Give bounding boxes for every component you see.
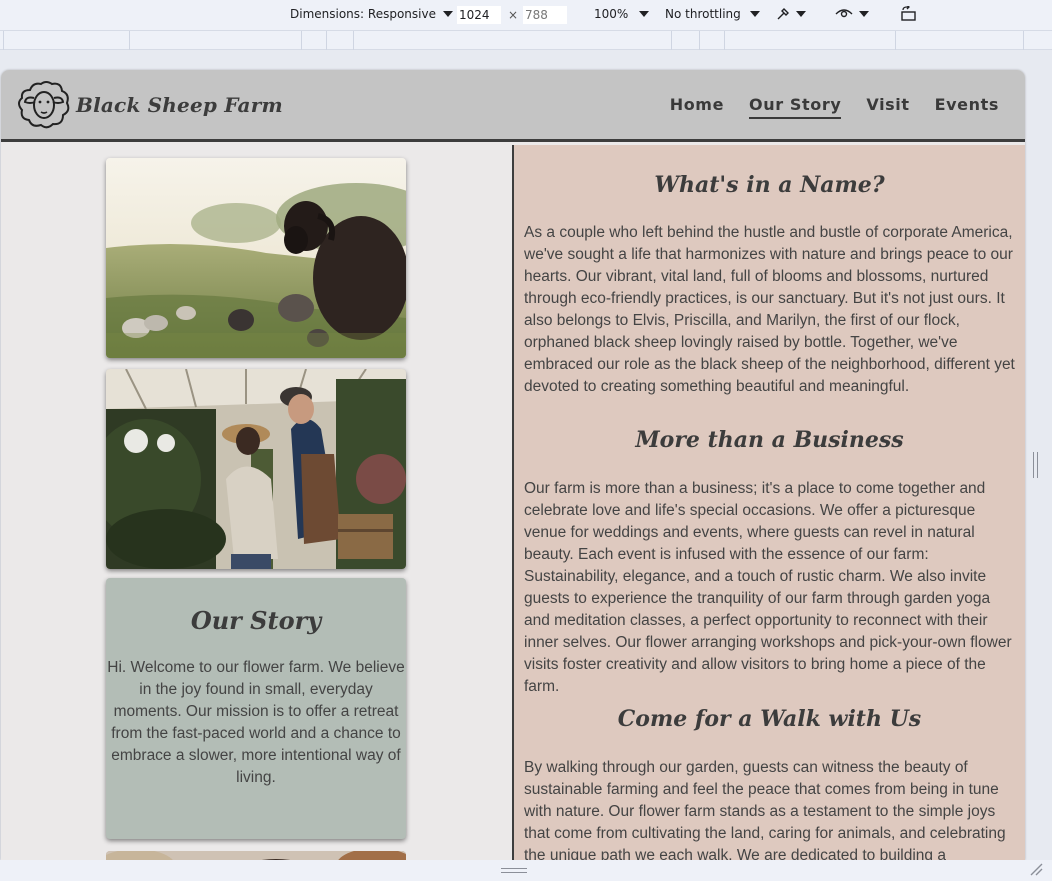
section-text: Our farm is more than a business; it's a… [524, 480, 1012, 695]
throttle-dropdown[interactable]: No throttling [665, 7, 760, 21]
dimensions-label: Dimensions: Responsive [290, 7, 436, 21]
sheep-logo-icon[interactable] [16, 80, 71, 130]
emulated-viewport: Black Sheep Farm Home Our Story Visit Ev… [1, 70, 1025, 860]
media-query-bar[interactable] [0, 30, 1052, 50]
devtools-toolbar: Dimensions: Responsive × 100% No throttl… [0, 0, 1052, 30]
section-text: As a couple who left behind the hustle a… [524, 224, 1015, 395]
corner-resize-handle[interactable] [1029, 862, 1043, 876]
throttle-label: No throttling [665, 7, 741, 21]
sensors-button[interactable] [775, 6, 806, 22]
caret-down-icon [796, 11, 806, 17]
our-story-title: Our Story [190, 606, 322, 635]
section-name: What's in a Name? As a couple who left b… [514, 172, 1025, 398]
dimensions-dropdown[interactable]: Dimensions: Responsive [290, 7, 453, 21]
site-header: Black Sheep Farm Home Our Story Visit Ev… [1, 70, 1025, 142]
caret-down-icon [639, 11, 650, 17]
side-resize-handle[interactable] [1033, 452, 1038, 478]
sheep-photo [106, 158, 406, 358]
bottom-resize-handle[interactable] [501, 868, 527, 873]
height-input[interactable] [523, 6, 567, 24]
caret-down-icon [442, 11, 453, 17]
times-separator: × [508, 8, 519, 22]
nav-our-story[interactable]: Our Story [749, 95, 842, 119]
bottom-photo [106, 851, 406, 860]
section-business: More than a Business Our farm is more th… [514, 427, 1025, 698]
section-title: More than a Business [635, 427, 904, 453]
logo-text[interactable]: Black Sheep Farm [76, 93, 283, 117]
our-story-text: Hi. Welcome to our flower farm. We belie… [107, 659, 405, 786]
nav-events[interactable]: Events [935, 95, 999, 119]
zoom-label: 100% [594, 7, 629, 21]
nav-home[interactable]: Home [670, 95, 724, 119]
right-column: What's in a Name? As a couple who left b… [514, 145, 1025, 860]
width-input[interactable] [457, 6, 501, 24]
section-title: Come for a Walk with Us [617, 706, 922, 732]
section-text: By walking through our garden, guests ca… [524, 759, 1006, 860]
main-nav: Home Our Story Visit Events [645, 95, 999, 119]
nav-visit[interactable]: Visit [866, 95, 909, 119]
greenhouse-photo [106, 369, 406, 569]
zoom-dropdown[interactable]: 100% [594, 7, 650, 21]
eyedropper-icon [777, 8, 789, 20]
rotate-icon[interactable] [900, 6, 918, 22]
section-walk: Come for a Walk with Us By walking throu… [514, 706, 1025, 860]
section-title: What's in a Name? [654, 172, 885, 198]
our-story-card: Our Story Hi. Welcome to our flower farm… [106, 578, 406, 839]
eye-icon [835, 9, 853, 18]
vision-button[interactable] [835, 7, 869, 21]
caret-down-icon [749, 11, 760, 17]
caret-down-icon [859, 11, 869, 17]
